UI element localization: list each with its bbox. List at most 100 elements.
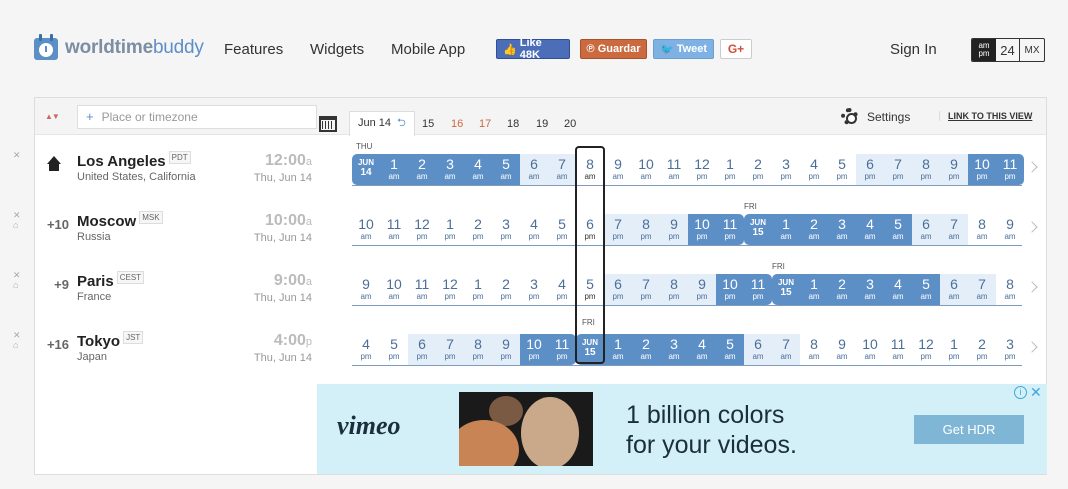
remove-row-icon[interactable]: ✕: [13, 330, 21, 340]
ampm-format-button[interactable]: am pm: [972, 39, 996, 61]
hour-cell[interactable]: 8 pm: [912, 154, 940, 185]
hour-cell[interactable]: 9 am: [352, 274, 380, 305]
hour-cell[interactable]: 3 pm: [772, 154, 800, 185]
hour-cell[interactable]: 11 am: [380, 214, 408, 245]
ad-banner[interactable]: vimeo 1 billion colors for your videos. G…: [317, 384, 1047, 474]
hour-cell[interactable]: 1 pm: [940, 334, 968, 365]
hour-cell[interactable]: FRI JUN 15: [772, 262, 800, 305]
hour-cell[interactable]: 6 pm: [408, 334, 436, 365]
hour-cell[interactable]: 5 am: [884, 214, 912, 245]
hour-cell[interactable]: 6 am: [940, 274, 968, 305]
hour-cell[interactable]: 2 pm: [744, 154, 772, 185]
chevron-right-icon[interactable]: [1026, 281, 1038, 293]
settings-button[interactable]: Settings: [841, 108, 910, 125]
hour-cell[interactable]: 11 pm: [716, 214, 744, 245]
hour-cell[interactable]: 3 am: [828, 214, 856, 245]
hour-cell[interactable]: 12 pm: [436, 274, 464, 305]
hour-cell[interactable]: 6 am: [520, 154, 548, 185]
hour-cell[interactable]: 12 pm: [688, 154, 716, 185]
chevron-right-icon[interactable]: [1026, 341, 1038, 353]
hour-cell[interactable]: 2 pm: [492, 274, 520, 305]
hour-cell[interactable]: 12 pm: [408, 214, 436, 245]
hour-cell[interactable]: 2 am: [632, 334, 660, 365]
hour-cell[interactable]: 6 pm: [856, 154, 884, 185]
hour-cell[interactable]: 10 am: [380, 274, 408, 305]
date-18[interactable]: 18: [507, 118, 519, 130]
pinterest-save-button[interactable]: ℗ Guardar: [580, 39, 647, 59]
hour-cell[interactable]: 4 am: [688, 334, 716, 365]
hour-cell[interactable]: 5 pm: [548, 214, 576, 245]
hour-cell[interactable]: 3 pm: [996, 334, 1024, 365]
hour-cell[interactable]: 1 pm: [464, 274, 492, 305]
hour-cell[interactable]: 2 pm: [464, 214, 492, 245]
hour-cell[interactable]: 3 am: [436, 154, 464, 185]
hour-cell[interactable]: 10 pm: [520, 334, 548, 365]
hour-cell[interactable]: 10 pm: [688, 214, 716, 245]
hour-cell[interactable]: 4 pm: [800, 154, 828, 185]
hour-cell[interactable]: 8 pm: [464, 334, 492, 365]
hour-cell[interactable]: 4 am: [884, 274, 912, 305]
chevron-right-icon[interactable]: [1026, 161, 1038, 173]
hour-cell[interactable]: 6 pm: [604, 274, 632, 305]
place-search-input[interactable]: + Place or timezone: [77, 105, 317, 129]
hour-cell[interactable]: 5 am: [716, 334, 744, 365]
date-19[interactable]: 19: [536, 118, 548, 130]
hour-cell[interactable]: 10 am: [632, 154, 660, 185]
sign-in-link[interactable]: Sign In: [890, 41, 937, 58]
logo[interactable]: worldtimebuddy: [34, 34, 204, 62]
hour-cell[interactable]: 11 pm: [744, 274, 772, 305]
hour-cell[interactable]: 4 pm: [352, 334, 380, 365]
hour-cell[interactable]: 4 am: [856, 214, 884, 245]
ad-close-icon[interactable]: ✕: [1030, 384, 1042, 401]
hour-cell[interactable]: 10 am: [856, 334, 884, 365]
hour-cell[interactable]: 2 pm: [968, 334, 996, 365]
hour-cell[interactable]: 4 am: [464, 154, 492, 185]
hour-cell[interactable]: 10 pm: [968, 154, 996, 185]
facebook-like-button[interactable]: 👍 Like 48K: [496, 37, 570, 61]
24h-format-button[interactable]: 24: [996, 39, 1020, 61]
hour-cell[interactable]: FRI JUN 15: [744, 202, 772, 245]
calendar-icon[interactable]: [319, 116, 337, 132]
date-tab-current[interactable]: Jun 14 ⮌: [349, 111, 415, 136]
hour-cell[interactable]: 4 pm: [520, 214, 548, 245]
hour-cell[interactable]: 8 am: [968, 214, 996, 245]
nav-features[interactable]: Features: [224, 41, 283, 58]
hour-cell[interactable]: 4 pm: [548, 274, 576, 305]
hour-cell[interactable]: 5 am: [912, 274, 940, 305]
google-plus-button[interactable]: G+: [720, 39, 752, 59]
hour-cell[interactable]: 9 pm: [660, 214, 688, 245]
hour-cell[interactable]: 7 am: [968, 274, 996, 305]
set-home-icon[interactable]: ⌂: [13, 340, 18, 350]
hour-cell[interactable]: 2 am: [828, 274, 856, 305]
hour-cell[interactable]: 9 am: [828, 334, 856, 365]
nav-widgets[interactable]: Widgets: [310, 41, 364, 58]
date-17[interactable]: 17: [479, 118, 491, 130]
hour-cell[interactable]: 11 pm: [548, 334, 576, 365]
hour-cell[interactable]: 2 am: [408, 154, 436, 185]
hour-cell[interactable]: 8 pm: [632, 214, 660, 245]
sort-arrows-icon[interactable]: ▲▼: [45, 112, 60, 121]
hour-cell[interactable]: THU JUN 14: [352, 142, 380, 185]
hour-cell[interactable]: 7 pm: [436, 334, 464, 365]
set-home-icon[interactable]: ⌂: [13, 220, 18, 230]
hour-cell[interactable]: 1 am: [772, 214, 800, 245]
remove-row-icon[interactable]: ✕: [13, 150, 21, 160]
nav-mobile-app[interactable]: Mobile App: [391, 41, 465, 58]
hour-cell[interactable]: 9 am: [996, 214, 1024, 245]
hour-cell[interactable]: 3 pm: [520, 274, 548, 305]
hour-cell[interactable]: 8 am: [800, 334, 828, 365]
tweet-button[interactable]: 🐦 Tweet: [653, 39, 714, 59]
hour-cell[interactable]: 5 pm: [380, 334, 408, 365]
hour-cell[interactable]: 7 pm: [632, 274, 660, 305]
hour-cell[interactable]: 11 am: [884, 334, 912, 365]
hour-cell[interactable]: 1 am: [380, 154, 408, 185]
hour-cell[interactable]: 9 pm: [688, 274, 716, 305]
hour-cell[interactable]: 11 am: [660, 154, 688, 185]
hour-cell[interactable]: 8 am: [996, 274, 1024, 305]
get-hdr-button[interactable]: Get HDR: [914, 415, 1024, 444]
hour-cell[interactable]: 7 pm: [604, 214, 632, 245]
chevron-right-icon[interactable]: [1026, 221, 1038, 233]
hour-cell[interactable]: 8 pm: [660, 274, 688, 305]
hour-cell[interactable]: 11 am: [408, 274, 436, 305]
hour-cell[interactable]: 6 am: [744, 334, 772, 365]
